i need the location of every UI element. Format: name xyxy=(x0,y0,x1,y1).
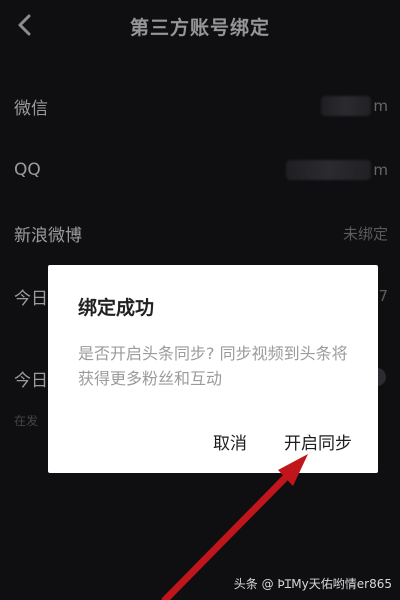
cancel-button[interactable]: 取消 xyxy=(213,429,247,454)
dialog-message: 是否开启头条同步? 同步视频到头条将获得更多粉丝和互动 xyxy=(78,344,348,388)
enable-sync-button[interactable]: 开启同步 xyxy=(284,429,352,454)
watermark-text: 头条 @ ÞꞮMy天佑哟情er865 xyxy=(233,577,392,591)
bind-success-dialog: 绑定成功 是否开启头条同步? 同步视频到头条将获得更多粉丝和互动 取消 开启同步 xyxy=(48,265,378,473)
dialog-title: 绑定成功 xyxy=(78,297,155,319)
